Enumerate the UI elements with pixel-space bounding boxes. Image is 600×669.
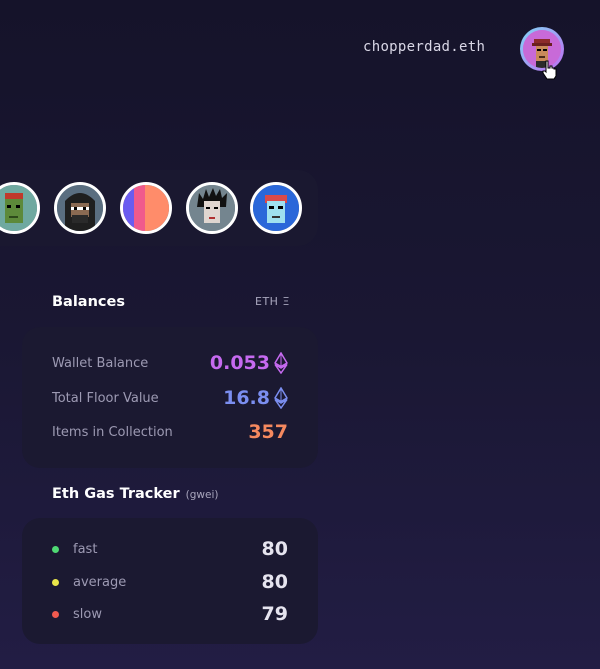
gas-tracker-title: Eth Gas Tracker (gwei) [52,486,218,502]
status-dot-icon [52,578,59,586]
gas-slow-row: slow 79 [52,599,288,629]
status-dot-icon [52,545,59,553]
balances-card: Wallet Balance 0.053 Total Floor Value 1… [22,327,318,468]
gas-tracker-card: fast 80 average 80 slow 79 [22,518,318,644]
gas-slow-label: slow [73,606,102,622]
wallet-balance-row: Wallet Balance 0.053 [52,348,288,378]
nft-orange-blue[interactable] [120,182,172,234]
eth-unit-label: ETH Ξ [255,295,290,308]
gas-fast-value: 80 [261,538,288,560]
gas-fast-label: fast [73,541,98,557]
gas-average-value: 80 [261,571,288,593]
gas-average-label: average [73,574,127,590]
gas-fast-row: fast 80 [52,534,288,564]
eth-icon [274,352,288,374]
floor-value-label: Total Floor Value [52,390,159,406]
balances-title: Balances [52,294,125,310]
floor-value-value: 16.8 [223,387,270,409]
wallet-balance-label: Wallet Balance [52,355,149,371]
nft-hooded-ape[interactable] [54,182,106,234]
items-collection-row: Items in Collection 357 [52,417,288,447]
status-dot-icon [52,610,59,618]
wallet-balance-value: 0.053 [209,352,270,374]
eth-icon [274,387,288,409]
username: chopperdad.eth [363,39,486,55]
gas-slow-value: 79 [261,603,288,625]
gas-unit-label: (gwei) [185,489,219,501]
gas-average-row: average 80 [52,567,288,597]
nft-blue-punk[interactable] [250,182,302,234]
floor-value-row: Total Floor Value 16.8 [52,383,288,413]
gas-tracker-title-text: Eth Gas Tracker [52,486,180,502]
items-collection-value: 357 [248,421,288,443]
nft-wild-hair-punk[interactable] [186,182,238,234]
hand-pointer-icon [542,60,557,80]
items-collection-label: Items in Collection [52,424,173,440]
